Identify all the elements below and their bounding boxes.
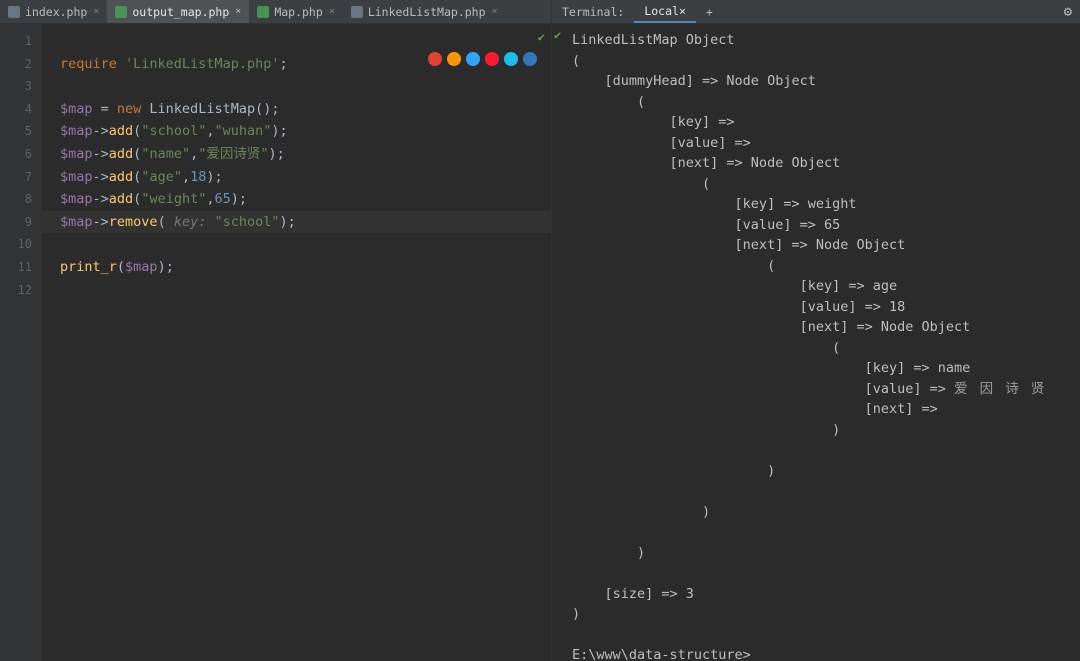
chrome-icon[interactable] <box>428 52 442 66</box>
line-number: 3 <box>0 75 42 98</box>
terminal-line <box>572 563 1080 584</box>
code-line[interactable]: print_r($map); <box>42 256 551 279</box>
line-gutter: 123456789101112 <box>0 24 42 661</box>
code-line[interactable]: $map->add("school","wuhan"); <box>42 120 551 143</box>
code-line[interactable]: $map->add("name","爱因诗贤"); <box>42 143 551 166</box>
browser-icons-bar <box>428 52 537 66</box>
terminal-tab-local[interactable]: Local× <box>634 0 696 23</box>
line-number: 4 <box>0 98 42 121</box>
add-terminal-button[interactable]: + <box>696 5 723 19</box>
terminal-line: LinkedListMap Object <box>572 30 1080 51</box>
code-area[interactable]: ✔ require 'LinkedListMap.php';$map = new… <box>42 24 551 661</box>
terminal-line: [value] => 爱 因 诗 贤 <box>572 379 1080 400</box>
terminal-line: [next] => Node Object <box>572 153 1080 174</box>
terminal-line: ) <box>572 502 1080 523</box>
terminal-line: ( <box>572 92 1080 113</box>
php-file-icon <box>257 6 269 18</box>
terminal-tabbar: Terminal: Local× + ⚙ <box>552 0 1080 24</box>
terminal-line: [key] => age <box>572 276 1080 297</box>
terminal-line: ( <box>572 338 1080 359</box>
line-number: 11 <box>0 256 42 279</box>
run-ok-icon: ✔ <box>554 28 561 42</box>
code-line[interactable]: $map->remove( key: "school"); <box>42 211 551 234</box>
edge-icon[interactable] <box>523 52 537 66</box>
tab-map-php[interactable]: Map.php× <box>249 0 343 23</box>
firefox-icon[interactable] <box>447 52 461 66</box>
terminal-label: Terminal: <box>552 5 634 19</box>
terminal-line: [value] => <box>572 133 1080 154</box>
terminal-line: ) <box>572 420 1080 441</box>
code-line[interactable] <box>42 75 551 98</box>
terminal-line: [key] => <box>572 112 1080 133</box>
code-editor[interactable]: 123456789101112 ✔ require 'LinkedListMap… <box>0 24 551 661</box>
terminal-line: [key] => name <box>572 358 1080 379</box>
php-file-icon <box>8 6 20 18</box>
line-number: 8 <box>0 188 42 211</box>
close-icon[interactable]: × <box>679 4 686 18</box>
terminal-line: ) <box>572 543 1080 564</box>
code-line[interactable]: $map->add("age",18); <box>42 166 551 189</box>
terminal-line: ) <box>572 461 1080 482</box>
line-number: 9 <box>0 211 42 234</box>
close-icon[interactable]: × <box>93 6 99 17</box>
terminal-line: E:\www\data-structure> <box>572 645 1080 661</box>
close-icon[interactable]: × <box>235 6 241 17</box>
tab-index-php[interactable]: index.php× <box>0 0 107 23</box>
opera-icon[interactable] <box>485 52 499 66</box>
gear-icon[interactable]: ⚙ <box>1056 4 1080 20</box>
php-file-icon <box>115 6 127 18</box>
code-line[interactable]: $map = new LinkedListMap(); <box>42 98 551 121</box>
tab-linkedlistmap-php[interactable]: LinkedListMap.php× <box>343 0 506 23</box>
terminal-line: ) <box>572 604 1080 625</box>
terminal-line: [next] => Node Object <box>572 317 1080 338</box>
editor-tabbar: index.php×output_map.php×Map.php×LinkedL… <box>0 0 551 24</box>
line-number: 6 <box>0 143 42 166</box>
terminal-line <box>572 481 1080 502</box>
code-line[interactable]: $map->add("weight",65); <box>42 188 551 211</box>
code-line[interactable] <box>42 30 551 53</box>
line-number: 5 <box>0 120 42 143</box>
terminal-line: [dummyHead] => Node Object <box>572 71 1080 92</box>
line-number: 1 <box>0 30 42 53</box>
close-icon[interactable]: × <box>492 6 498 17</box>
tab-output-map-php[interactable]: output_map.php× <box>107 0 249 23</box>
terminal-line: [next] => <box>572 399 1080 420</box>
code-line[interactable] <box>42 279 551 302</box>
terminal-line <box>572 522 1080 543</box>
terminal-line <box>572 625 1080 646</box>
terminal-line: [value] => 18 <box>572 297 1080 318</box>
code-line[interactable] <box>42 233 551 256</box>
terminal-output[interactable]: ✔ LinkedListMap Object( [dummyHead] => N… <box>552 24 1080 661</box>
terminal-line: [key] => weight <box>572 194 1080 215</box>
terminal-line: ( <box>572 256 1080 277</box>
close-icon[interactable]: × <box>329 6 335 17</box>
line-number: 10 <box>0 233 42 256</box>
line-number: 7 <box>0 166 42 189</box>
terminal-line: ( <box>572 174 1080 195</box>
status-ok-icon: ✔ <box>538 30 545 44</box>
line-number: 2 <box>0 53 42 76</box>
terminal-line: [size] => 3 <box>572 584 1080 605</box>
php-file-icon <box>351 6 363 18</box>
terminal-line: [value] => 65 <box>572 215 1080 236</box>
ie-icon[interactable] <box>504 52 518 66</box>
terminal-line <box>572 440 1080 461</box>
terminal-line: [next] => Node Object <box>572 235 1080 256</box>
safari-icon[interactable] <box>466 52 480 66</box>
line-number: 12 <box>0 279 42 302</box>
terminal-line: ( <box>572 51 1080 72</box>
